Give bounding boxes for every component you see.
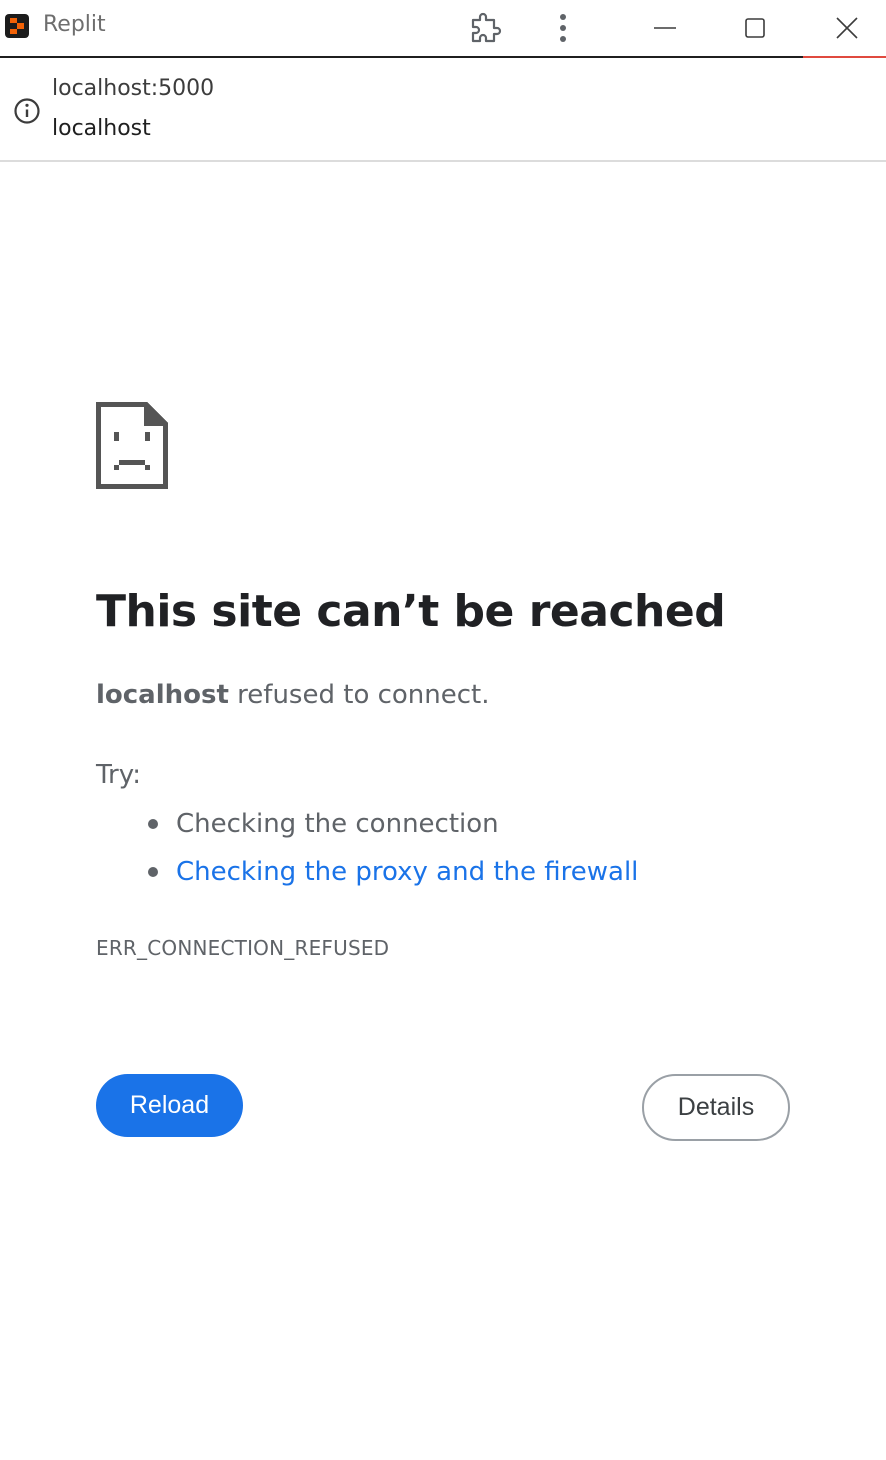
reload-button[interactable]: Reload	[96, 1074, 243, 1137]
proxy-firewall-link[interactable]: Checking the proxy and the firewall	[176, 857, 638, 887]
url-text: localhost:5000	[52, 76, 215, 101]
bullet-dot	[148, 867, 158, 877]
replit-logo-icon	[5, 14, 29, 38]
kebab-menu-icon	[560, 14, 566, 42]
extensions-button[interactable]	[458, 0, 512, 56]
app-title: Replit	[43, 12, 106, 37]
error-headline: This site can’t be reached	[96, 586, 726, 637]
suggestion-check-connection: Checking the connection	[96, 804, 638, 852]
minimize-icon	[654, 27, 676, 29]
title-bar: Replit	[0, 0, 886, 58]
extension-icon	[471, 12, 502, 43]
try-label: Try:	[96, 760, 142, 790]
sad-document-icon	[96, 402, 168, 489]
bullet-dot	[148, 819, 158, 829]
details-button[interactable]: Details	[642, 1074, 790, 1141]
error-code: ERR_CONNECTION_REFUSED	[96, 936, 390, 960]
more-menu-button[interactable]	[540, 0, 586, 56]
summary-host: localhost	[96, 680, 229, 710]
host-text: localhost	[52, 116, 151, 141]
error-summary: localhost refused to connect.	[96, 680, 490, 710]
maximize-button[interactable]	[728, 0, 782, 56]
suggestion-check-proxy-firewall: Checking the proxy and the firewall	[96, 852, 638, 900]
address-bar: localhost:5000 localhost	[0, 58, 886, 162]
info-icon[interactable]	[12, 96, 42, 126]
minimize-button[interactable]	[638, 0, 692, 56]
suggestion-list: Checking the connection Checking the pro…	[96, 804, 638, 900]
maximize-icon	[745, 18, 765, 38]
close-button[interactable]	[820, 0, 874, 56]
suggestion-text: Checking the connection	[176, 809, 499, 839]
summary-text: refused to connect.	[228, 680, 490, 710]
close-icon	[836, 17, 858, 39]
